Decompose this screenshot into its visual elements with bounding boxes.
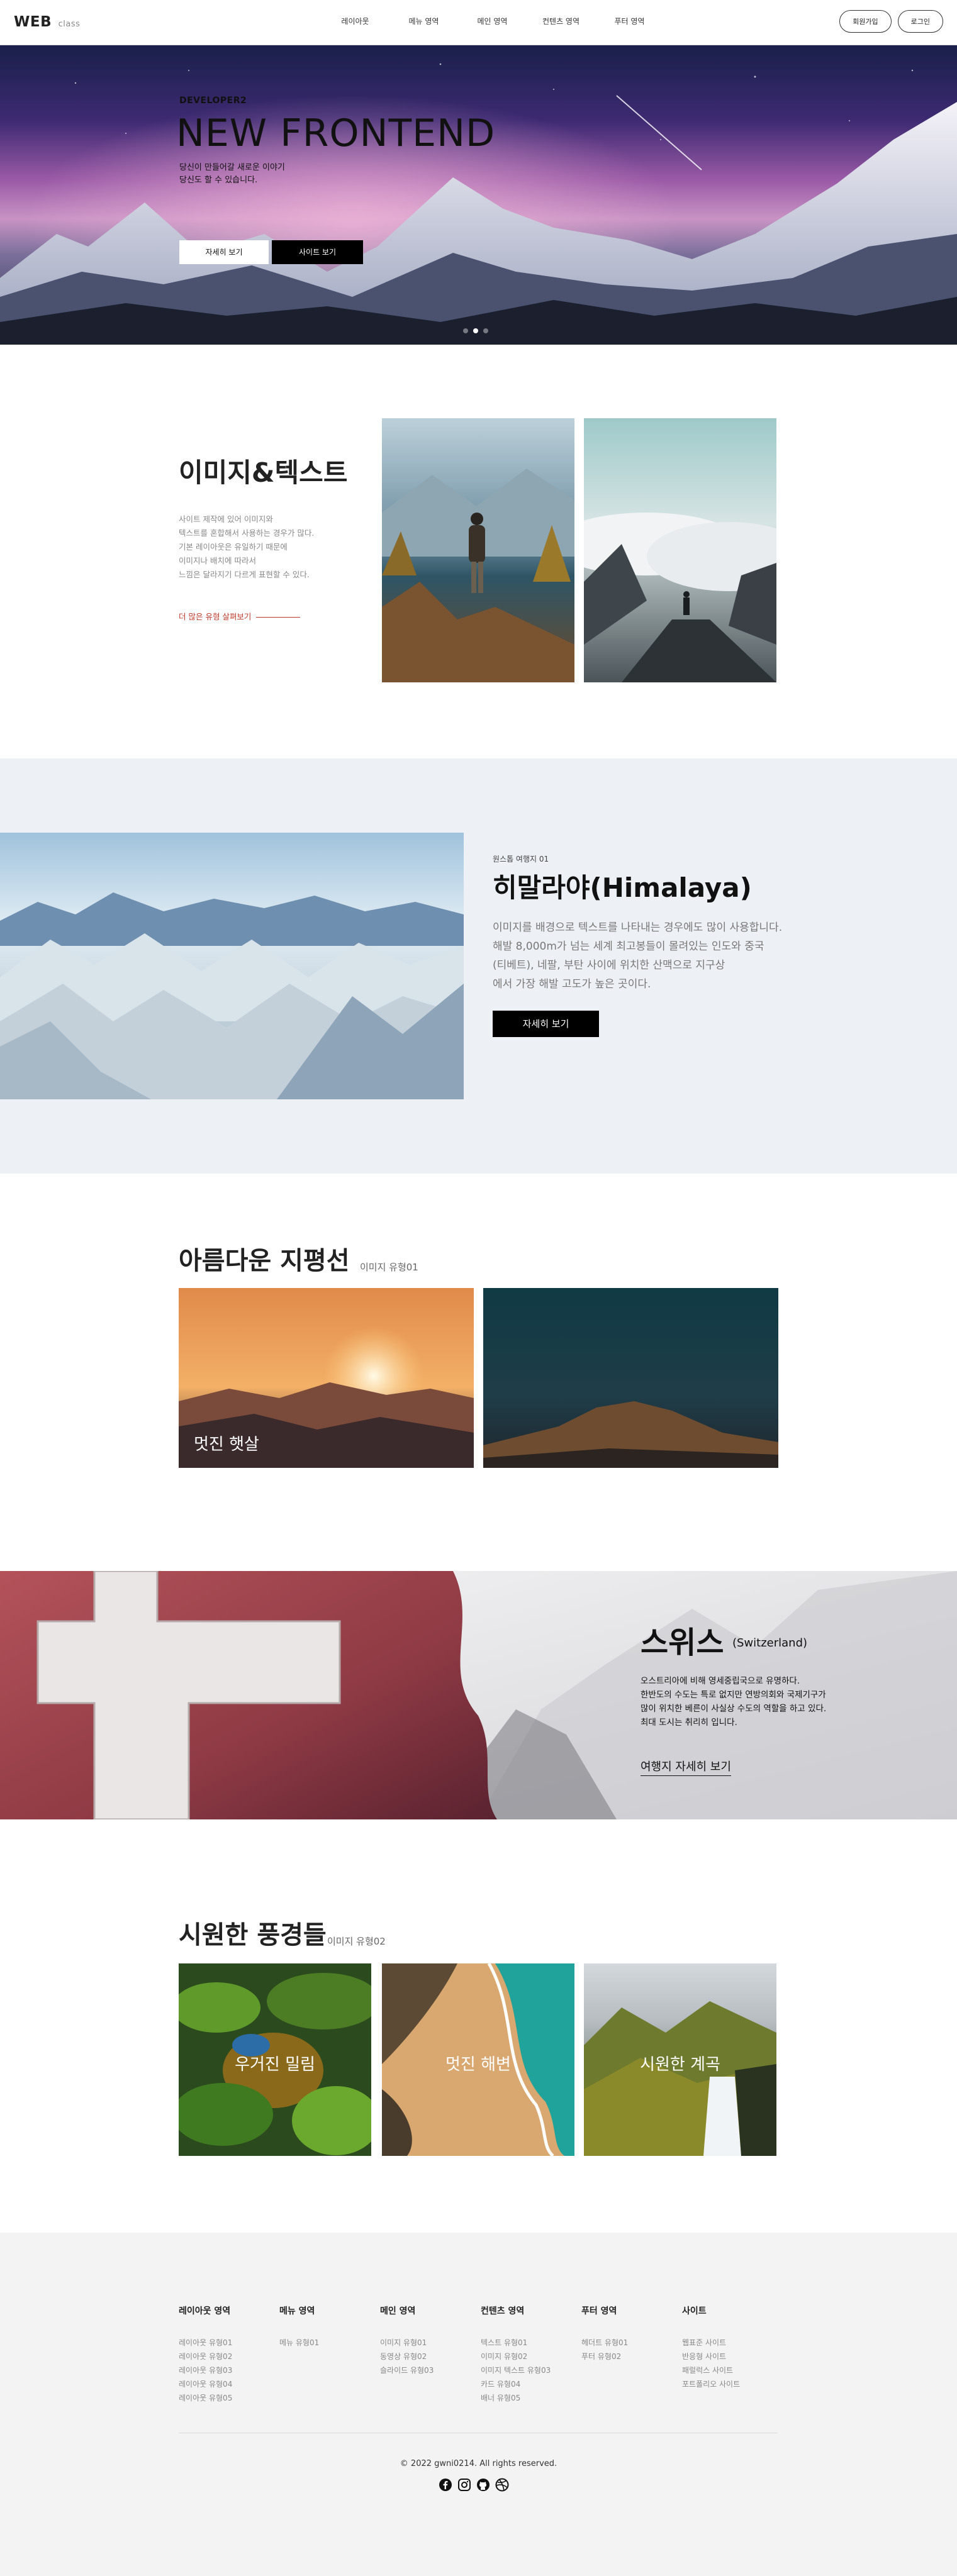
site-footer — [0, 2233, 957, 2576]
himalaya-tag: 원스톱 여행지 01 — [493, 855, 549, 863]
slider-dot[interactable] — [463, 328, 468, 333]
valley-card[interactable]: 시원한 계곡 — [584, 1963, 776, 2156]
sunset-card[interactable]: 멋진 햇살 — [179, 1288, 474, 1468]
horizon-title: 아름다운 지평선 — [179, 1246, 350, 1275]
login-button[interactable]: 로그인 — [897, 10, 943, 33]
footer-link[interactable]: 카드 유형04 — [481, 2377, 575, 2391]
footer-col-title: 레이아웃 영역 — [179, 2306, 231, 2316]
hero-eyebrow: DEVELOPER2 — [179, 96, 247, 106]
main-nav: 레이아웃 메뉴 영역 메인 영역 컨텐츠 영역 푸터 영역 — [321, 16, 664, 26]
imgtext-title: 이미지&텍스트 — [179, 457, 348, 488]
nav-item-main[interactable]: 메인 영역 — [458, 16, 527, 26]
cool-title: 시원한 풍경들 — [179, 1921, 327, 1950]
himalaya-more-button[interactable]: 자세히 보기 — [493, 1011, 599, 1037]
footer-link[interactable]: 헤더트 유형01 — [581, 2336, 676, 2350]
nav-item-menu[interactable]: 메뉴 영역 — [389, 16, 458, 26]
footer-link[interactable]: 레이아웃 유형02 — [179, 2350, 273, 2363]
footer-col-footer: 푸터 영역 헤더트 유형01 푸터 유형02 — [581, 2304, 676, 2363]
himalaya-mountains-photo — [0, 833, 464, 1099]
beach-card-label: 멋진 해변 — [445, 2055, 511, 2074]
footer-col-content: 컨텐츠 영역 텍스트 유형01 이미지 유형02 이미지 텍스트 유형03 카드… — [481, 2304, 575, 2405]
footer-col-title: 푸터 영역 — [581, 2306, 617, 2316]
nav-item-footer[interactable]: 푸터 영역 — [595, 16, 664, 26]
slider-dots — [463, 328, 488, 333]
hiker-clouds-photo — [584, 418, 776, 682]
jungle-card-label: 우거진 밀림 — [235, 2055, 315, 2074]
footer-col-title: 메인 영역 — [380, 2306, 416, 2316]
footer-link[interactable]: 웹표준 사이트 — [682, 2336, 776, 2350]
switzerland-more-link[interactable]: 여행지 자세히 보기 — [641, 1758, 731, 1776]
beach-card[interactable]: 멋진 해변 — [382, 1963, 574, 2156]
github-icon[interactable] — [476, 2478, 490, 2492]
switzerland-title: 스위스 — [641, 1625, 724, 1660]
footer-link[interactable]: 반응형 사이트 — [682, 2350, 776, 2363]
footer-link[interactable]: 이미지 유형02 — [481, 2350, 575, 2363]
jungle-card[interactable]: 우거진 밀림 — [179, 1963, 371, 2156]
hiker-lake-photo — [382, 418, 574, 682]
hero-title: NEW FRONTEND — [176, 111, 496, 155]
footer-link[interactable]: 텍스트 유형01 — [481, 2336, 575, 2350]
slider-dot[interactable] — [483, 328, 488, 333]
footer-link[interactable]: 레이아웃 유형05 — [179, 2391, 273, 2405]
switzerland-description: 오스트리아에 비해 영세중립국으로 유명하다. 한반도의 수도는 특로 없지만 … — [641, 1676, 827, 1728]
site-header: WEB class 레이아웃 메뉴 영역 메인 영역 컨텐츠 영역 푸터 영역 … — [0, 0, 957, 45]
nav-item-content[interactable]: 컨텐츠 영역 — [527, 16, 595, 26]
more-types-link[interactable]: 더 많은 유형 살펴보기 — [179, 610, 300, 622]
himalaya-description: 이미지를 배경으로 텍스트를 나타내는 경우에도 많이 사용합니다. 해발 8,… — [493, 921, 783, 991]
site-logo[interactable]: WEB class — [14, 14, 80, 30]
auth-buttons: 회원가입 로그인 — [839, 10, 943, 33]
footer-col-sites: 사이트 웹표준 사이트 반응형 사이트 패럴럭스 사이트 포트폴리오 사이트 — [682, 2304, 776, 2391]
hero-background-image — [0, 63, 957, 345]
slider-dot-active[interactable] — [473, 328, 478, 333]
footer-link[interactable]: 패럴럭스 사이트 — [682, 2363, 776, 2377]
switzerland-title-sub: (Switzerland) — [732, 1636, 808, 1650]
footer-link[interactable]: 배너 유형05 — [481, 2391, 575, 2405]
footer-link[interactable]: 이미지 텍스트 유형03 — [481, 2363, 575, 2377]
hero-description: 당신이 만들어갈 새로운 이야기 당신도 할 수 있습니다. — [179, 163, 285, 185]
footer-link[interactable]: 슬라이드 유형03 — [380, 2363, 474, 2377]
footer-col-title: 메뉴 영역 — [279, 2306, 315, 2316]
valley-card-label: 시원한 계곡 — [640, 2055, 720, 2074]
instagram-icon[interactable] — [457, 2478, 471, 2492]
footer-link[interactable]: 이미지 유형01 — [380, 2336, 474, 2350]
footer-col-layout: 레이아웃 영역 레이아웃 유형01 레이아웃 유형02 레이아웃 유형03 레이… — [179, 2304, 273, 2405]
footer-link[interactable]: 메뉴 유형01 — [279, 2336, 374, 2350]
himalaya-title: 히말라야(Himalaya) — [493, 872, 752, 903]
footer-link[interactable]: 포트폴리오 사이트 — [682, 2377, 776, 2391]
join-button[interactable]: 회원가입 — [839, 10, 892, 33]
footer-link[interactable]: 동영상 유형02 — [380, 2350, 474, 2363]
horizon-subtitle: 이미지 유형01 — [360, 1262, 418, 1273]
footer-col-main: 메인 영역 이미지 유형01 동영상 유형02 슬라이드 유형03 — [380, 2304, 474, 2377]
imgtext-description: 사이트 제작에 있어 이미지와 텍스트를 혼합해서 사용하는 경우가 많다. 기… — [179, 514, 315, 579]
footer-col-title: 컨텐츠 영역 — [481, 2306, 525, 2316]
hero-site-button[interactable]: 사이트 보기 — [272, 240, 363, 264]
footer-link[interactable]: 레이아웃 유형04 — [179, 2377, 273, 2391]
nav-item-layout[interactable]: 레이아웃 — [321, 16, 389, 26]
hero-slider: DEVELOPER2 NEW FRONTEND 당신이 만들어갈 새로운 이야기… — [0, 45, 957, 345]
footer-col-title: 사이트 — [682, 2306, 707, 2316]
copyright: © 2022 gwni0214. All rights reserved. — [400, 2459, 557, 2468]
footer-link[interactable]: 푸터 유형02 — [581, 2350, 676, 2363]
footer-link[interactable]: 레이아웃 유형01 — [179, 2336, 273, 2350]
sunset-card-label: 멋진 햇살 — [194, 1435, 259, 1454]
footer-col-menu: 메뉴 영역 메뉴 유형01 — [279, 2304, 374, 2350]
footer-link[interactable]: 레이아웃 유형03 — [179, 2363, 273, 2377]
dribbble-icon[interactable] — [495, 2478, 509, 2492]
night-desert-card[interactable] — [483, 1288, 778, 1468]
hero-more-button[interactable]: 자세히 보기 — [179, 240, 269, 264]
facebook-icon[interactable] — [439, 2478, 452, 2492]
social-links — [439, 2478, 509, 2492]
cool-subtitle: 이미지 유형02 — [327, 1936, 386, 1947]
